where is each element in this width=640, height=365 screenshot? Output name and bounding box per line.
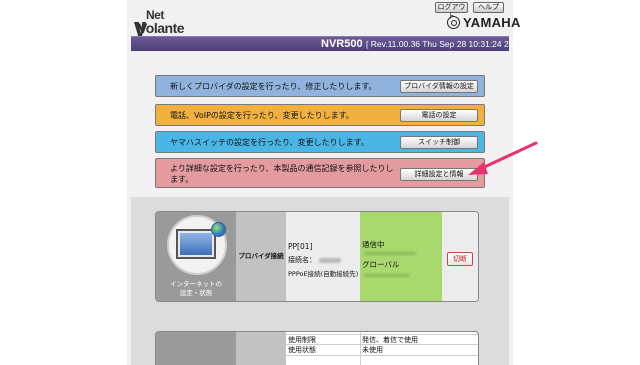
- connection-action-cell: 切断: [442, 212, 478, 301]
- logout-button[interactable]: ログアウト: [435, 2, 468, 20]
- firmware-revision: [ Rev.11.00.36 Thu Sep 28 10:31:24 2017 …: [366, 39, 528, 49]
- table-value: 未使用: [362, 346, 383, 354]
- switch-control-description: ヤマハスイッチの設定を行ったり、変更したりします。: [170, 138, 369, 147]
- phone-settings-description: 電話、VoIPの設定を行ったり、変更したりします。: [170, 111, 354, 120]
- table-row: 使用制限 発信、着信で使用: [286, 334, 478, 345]
- phone-settings-button[interactable]: 電話の設定: [400, 109, 478, 122]
- monitor-screen: [180, 233, 212, 255]
- model-name: NVR500: [321, 38, 363, 50]
- phone-status-table: 使用制限 発信、着信で使用 使用状態 未使用: [286, 332, 478, 365]
- redacted-connection-name: [319, 257, 341, 263]
- disconnect-button[interactable]: 切断: [447, 252, 473, 266]
- provider-settings-button[interactable]: プロバイダ情報の設定: [400, 80, 478, 93]
- connection-mode: PPPoE接続(自動接続先): [288, 270, 359, 278]
- phone-settings-row: 電話、VoIPの設定を行ったり、変更したりします。 電話の設定: [155, 104, 485, 126]
- advanced-settings-description: より詳細な設定を行ったり、本製品の通信記録を参照したりします。: [170, 164, 394, 184]
- connection-state-cell: 通信中 グローバル: [360, 212, 442, 301]
- computer-monitor-icon: [176, 229, 216, 259]
- switch-control-button[interactable]: スイッチ制御: [400, 136, 478, 149]
- connection-name-label: 接続名：: [288, 256, 316, 264]
- page: Net Volante YAMAHA NVR500 [ Rev.11.00.36…: [0, 0, 640, 365]
- pp-interface: PP[01]: [288, 242, 313, 251]
- advanced-settings-row: より詳細な設定を行ったり、本製品の通信記録を参照したりします。 詳細設定と情報: [155, 158, 485, 188]
- connection-detail-cell: PP[01] 接続名： PPPoE接続(自動接続先): [286, 212, 360, 301]
- title-bar: NVR500 [ Rev.11.00.36 Thu Sep 28 10:31:2…: [131, 36, 528, 51]
- internet-status-panel: インターネットの 設定・状態 プロバイダ接続 PP[01] 接続名： PPPoE…: [155, 211, 479, 302]
- table-row: [286, 356, 478, 365]
- advanced-settings-button[interactable]: 詳細設定と情報: [400, 168, 478, 181]
- table-value: 発信、着信で使用: [362, 336, 418, 344]
- connection-state: 通信中: [362, 240, 385, 249]
- redacted-line: [364, 252, 416, 255]
- table-row: 使用状態 未使用: [286, 345, 478, 356]
- internet-settings-label-line1: インターネットの: [170, 280, 222, 288]
- provider-settings-description: 新しくプロバイダの設定を行ったり、修正したりします。: [170, 82, 377, 91]
- internet-settings-label-line2: 設定・状態: [179, 289, 213, 297]
- internet-settings-tile[interactable]: インターネットの 設定・状態: [156, 212, 236, 301]
- table-key: 使用制限: [288, 336, 316, 344]
- table-key: 使用状態: [288, 346, 316, 354]
- provider-settings-row: 新しくプロバイダの設定を行ったり、修正したりします。 プロバイダ情報の設定: [155, 75, 485, 97]
- redacted-ip-address: [364, 274, 410, 277]
- connection-type-cell: プロバイダ接続: [236, 212, 286, 301]
- yamaha-wordmark: YAMAHA: [463, 15, 521, 30]
- connection-name: 接続名：: [288, 255, 341, 265]
- help-button[interactable]: ヘルプ: [473, 2, 504, 13]
- phone-status-type-cell: [236, 332, 286, 365]
- phone-status-tile: [156, 332, 236, 365]
- internet-settings-label: インターネットの 設定・状態: [156, 280, 236, 298]
- logo-volante-text: Volante: [138, 20, 185, 36]
- switch-control-row: ヤマハスイッチの設定を行ったり、変更したりします。 スイッチ制御: [155, 131, 485, 153]
- yamaha-logo: YAMAHA: [447, 15, 521, 30]
- address-type: グローバル: [362, 260, 400, 269]
- phone-status-panel: 使用制限 発信、着信で使用 使用状態 未使用: [155, 331, 479, 365]
- globe-icon: [211, 222, 226, 237]
